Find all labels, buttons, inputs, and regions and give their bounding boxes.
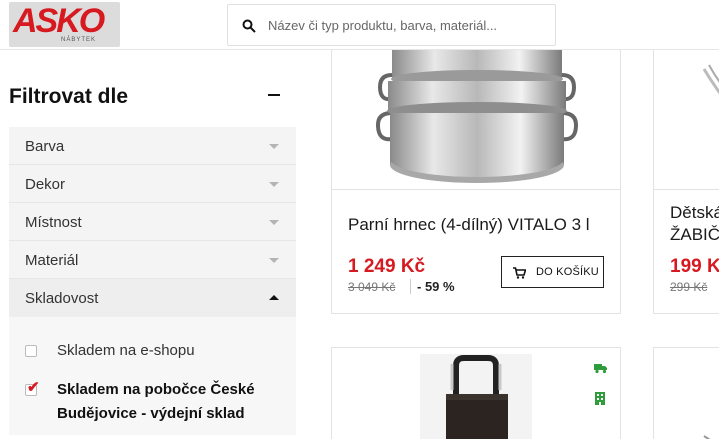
caret-down-icon <box>269 182 279 187</box>
product-name-line[interactable]: Dětská <box>670 202 719 224</box>
check-icon: ✔ <box>27 379 40 396</box>
caret-down-icon <box>269 144 279 149</box>
product-name-line[interactable]: ŽABIČ <box>670 224 719 246</box>
filter-label: Skladovost <box>25 290 99 307</box>
search-icon[interactable] <box>242 19 256 33</box>
product-price: 1 249 Kč <box>348 256 426 277</box>
checkbox[interactable] <box>25 345 37 357</box>
checkbox-label: Skladem na pobočce České Budějovice - vý… <box>57 381 255 422</box>
stock-options: Skladem na e-shopu ✔ Skladem na pobočce … <box>9 317 296 435</box>
stock-option-branch[interactable]: ✔ Skladem na pobočce České Budějovice - … <box>25 378 285 426</box>
search-input[interactable] <box>268 5 548 45</box>
filter-label: Materiál <box>25 252 79 269</box>
logo-subtitle: NÁBYTEK <box>61 37 97 43</box>
caret-down-icon <box>269 258 279 263</box>
filter-material[interactable]: Materiál <box>9 241 296 279</box>
product-card[interactable] <box>653 347 719 439</box>
product-discount: - 59 % <box>410 279 455 294</box>
filter-label: Místnost <box>25 214 82 231</box>
add-to-cart-button[interactable]: DO KOŠÍKU <box>501 256 604 288</box>
filter-sidebar: Filtrovat dle Barva Dekor Místnost Mater… <box>0 50 310 439</box>
product-old-price: 299 Kč <box>670 280 708 294</box>
product-image[interactable] <box>684 408 719 439</box>
stock-option-eshop[interactable]: Skladem na e-shopu <box>25 339 195 363</box>
checkbox-checked[interactable]: ✔ <box>25 380 40 396</box>
filter-label: Dekor <box>25 176 66 193</box>
collapse-filters-icon[interactable] <box>268 94 280 96</box>
product-old-price: 3 049 Kč <box>348 280 396 294</box>
cart-icon <box>513 267 526 279</box>
header: ASKO NÁBYTEK <box>0 0 719 50</box>
shopping-trolley-image[interactable] <box>420 354 532 439</box>
filter-label: Barva <box>25 138 65 155</box>
filter-room[interactable]: Místnost <box>9 203 296 241</box>
search-box[interactable] <box>227 4 556 46</box>
delivery-truck-icon <box>594 364 607 374</box>
add-to-cart-label: DO KOŠÍKU <box>536 266 599 278</box>
caret-up-icon <box>269 295 279 300</box>
filter-stock[interactable]: Skladovost <box>9 279 296 317</box>
filter-decor[interactable]: Dekor <box>9 165 296 203</box>
filter-list: Barva Dekor Místnost Materiál Skladovost… <box>9 127 296 435</box>
filter-title: Filtrovat dle <box>9 85 129 108</box>
logo-text: ASKO <box>13 2 105 40</box>
asko-logo[interactable]: ASKO NÁBYTEK <box>9 2 120 47</box>
product-card[interactable] <box>331 347 621 439</box>
caret-down-icon <box>269 220 279 225</box>
store-building-icon <box>595 392 605 405</box>
filter-color[interactable]: Barva <box>9 127 296 165</box>
product-name[interactable]: Parní hrnec (4-dílný) VITALO 3 l <box>348 214 590 236</box>
checkbox-label: Skladem na e-shopu <box>57 342 195 359</box>
product-price: 199 K <box>670 256 719 277</box>
